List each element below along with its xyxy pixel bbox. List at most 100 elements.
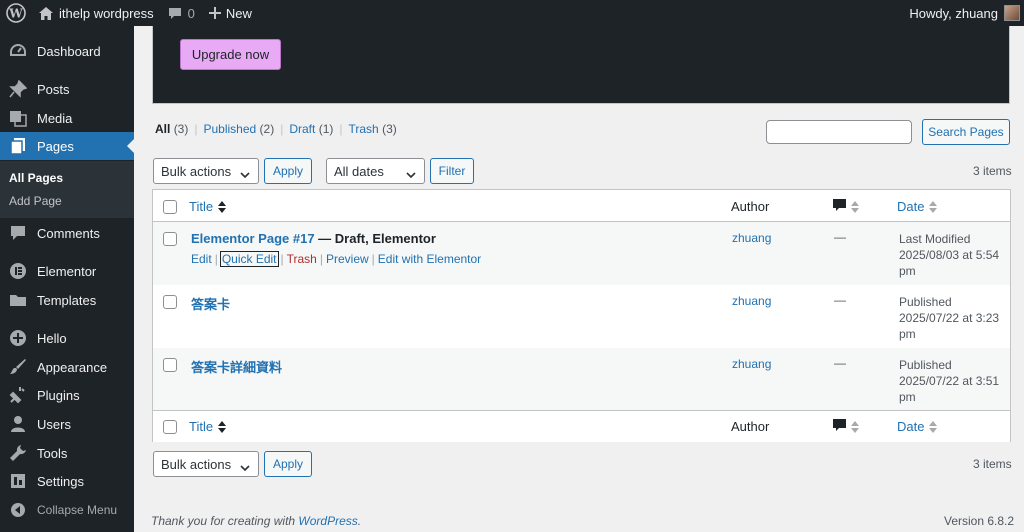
items-count-top: 3 items [973,164,1012,178]
table-row: 答案卡詳細資料 zhuang — Published 2025/07/22 at… [153,348,1010,411]
plus-icon [208,7,221,19]
table-footer: Title Author Date [153,410,1010,442]
wordpress-logo-icon[interactable]: W [0,0,32,26]
date-column-label: Date [897,419,925,434]
date-status: Published [899,358,952,372]
comments-link[interactable]: 0 [161,0,202,26]
trash-link[interactable]: Trash [287,252,317,266]
pin-icon [8,79,28,99]
elementor-icon [8,261,28,281]
bulk-actions-select[interactable]: Bulk actions [153,158,259,184]
sidebar-item-label: Dashboard [37,43,101,59]
row-checkbox[interactable] [163,295,177,309]
search-pages-input[interactable] [766,120,912,144]
filter-published[interactable]: Published [203,122,256,136]
submenu-all-pages[interactable]: All Pages [9,171,63,185]
sidebar-item-settings[interactable]: Settings [0,467,134,495]
sidebar-item-pages[interactable]: Pages [0,132,134,160]
sort-by-title[interactable]: Title [189,199,227,214]
search-pages-button[interactable]: Search Pages [922,119,1010,145]
upgrade-now-button[interactable]: Upgrade now [180,39,281,70]
author-column-label: Author [731,419,770,434]
wordpress-link[interactable]: WordPress [298,514,357,528]
avatar [1004,5,1020,21]
sidebar-item-users[interactable]: Users [0,410,134,438]
sidebar-item-label: Elementor [37,263,97,279]
row-actions: Edit | Quick Edit | Trash | Preview | Ed… [191,251,481,267]
sidebar-item-appearance[interactable]: Appearance [0,353,134,381]
date-value: 2025/07/22 at 3:51 [899,374,1000,388]
admin-sidebar: Dashboard Posts Media Pages All Pages Ad… [0,26,134,532]
sort-indicator-icon [851,421,859,433]
comments-count: — [834,293,846,307]
chevron-down-icon [240,460,250,475]
author-link[interactable]: zhuang [732,231,771,245]
preview-link[interactable]: Preview [326,252,369,266]
filter-draft[interactable]: Draft [289,122,315,136]
status-filter-links: All (3) | Published (2) | Draft (1) | Tr… [155,122,397,136]
pages-table: Title Author Date Elementor Page #17 — D… [152,189,1011,442]
comment-column-icon [833,419,846,435]
select-all-checkbox[interactable] [163,200,177,214]
select-all-checkbox-footer[interactable] [163,420,177,434]
sidebar-item-dashboard[interactable]: Dashboard [0,37,134,65]
comments-count: 0 [187,5,195,21]
filter-button[interactable]: Filter [430,158,474,184]
sidebar-item-templates[interactable]: Templates [0,286,134,314]
table-row: Elementor Page #17 — Draft, Elementor Ed… [153,222,1010,285]
author-link[interactable]: zhuang [732,294,771,308]
date-cell: Published 2025/07/22 at 3:51 pm [899,357,1009,405]
apply-button-top[interactable]: Apply [264,158,312,184]
sidebar-item-plugins[interactable]: Plugins [0,381,134,409]
sidebar-item-label: Media [37,110,73,126]
quick-edit-link[interactable]: Quick Edit [219,251,279,267]
sidebar-item-posts[interactable]: Posts [0,75,134,103]
row-checkbox[interactable] [163,358,177,372]
sidebar-item-label: Comments [37,225,100,241]
sort-by-comments[interactable] [833,199,859,215]
sidebar-item-tools[interactable]: Tools [0,439,134,467]
sidebar-item-elementor[interactable]: Elementor [0,257,134,285]
new-content-link[interactable]: New [202,0,259,26]
collapse-menu-button[interactable]: Collapse Menu [0,496,134,524]
row-checkbox[interactable] [163,232,177,246]
sidebar-item-label: Posts [37,81,70,97]
title-column-label: Title [189,199,214,214]
sidebar-item-comments[interactable]: Comments [0,219,134,247]
comment-bubble-icon [168,7,182,20]
howdy-text: Howdy, zhuang [909,5,998,21]
admin-bar: W ithelp wordpress 0 New Howdy, zhuang [0,0,1024,26]
site-name-link[interactable]: ithelp wordpress [32,0,161,26]
svg-text:W: W [8,7,23,21]
row-title-link[interactable]: 答案卡詳細資料 [191,360,282,375]
comments-count: — [834,356,846,370]
filter-all[interactable]: All [155,122,170,136]
row-title-link[interactable]: 答案卡 [191,297,230,312]
sort-by-date-footer[interactable]: Date [897,419,938,434]
date-value: 2025/07/22 at 3:23 [899,311,1000,325]
date-cell: Last Modified 2025/08/03 at 5:54 pm [899,231,1009,279]
submenu-add-page[interactable]: Add Page [9,194,62,208]
author-link[interactable]: zhuang [732,357,771,371]
sort-indicator-icon [929,420,938,433]
date-filter-select[interactable]: All dates [326,158,425,184]
row-post-state: — Draft, Elementor [314,231,436,246]
sort-by-comments-footer[interactable] [833,419,859,435]
sidebar-item-hello[interactable]: Hello [0,324,134,352]
collapse-menu-label: Collapse Menu [37,503,118,517]
row-title-link[interactable]: Elementor Page #17 [191,231,315,246]
site-name: ithelp wordpress [59,5,154,21]
apply-button-bottom[interactable]: Apply [264,451,312,477]
dashboard-icon [8,41,28,61]
account-menu[interactable]: Howdy, zhuang [902,0,1024,26]
sort-by-title-footer[interactable]: Title [189,419,227,434]
title-column-label: Title [189,419,214,434]
sidebar-item-media[interactable]: Media [0,104,134,132]
edit-with-elementor-link[interactable]: Edit with Elementor [378,252,481,266]
collapse-icon [8,500,28,520]
bulk-actions-select-bottom[interactable]: Bulk actions [153,451,259,477]
sort-by-date[interactable]: Date [897,199,938,214]
sidebar-item-label: Templates [37,292,97,308]
filter-trash[interactable]: Trash [349,122,379,136]
edit-link[interactable]: Edit [191,252,212,266]
